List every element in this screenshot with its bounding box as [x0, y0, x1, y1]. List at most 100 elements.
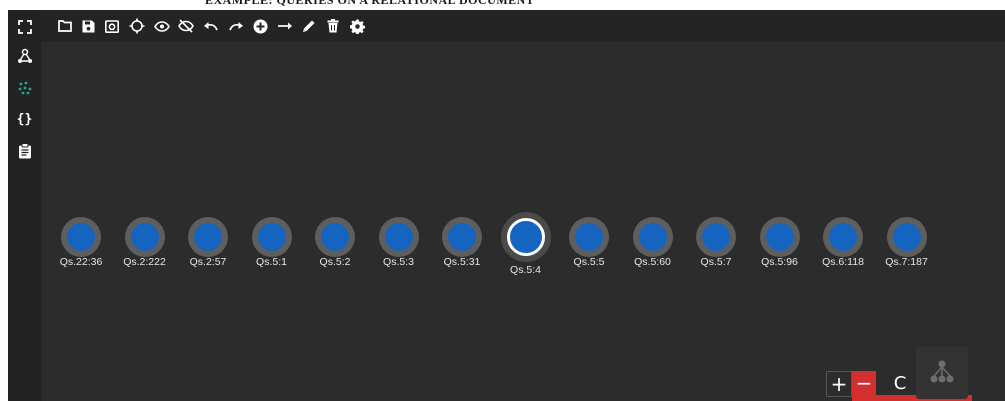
- node-halo: [188, 217, 228, 257]
- node-halo: [823, 217, 863, 257]
- node-label: Qs.22:36: [59, 256, 103, 268]
- node-label: Qs.5:60: [634, 256, 671, 268]
- node-label: Qs.5:31: [443, 256, 481, 268]
- network-layout-icon: [930, 360, 954, 383]
- save-button[interactable]: [76, 14, 100, 38]
- node-circle: [829, 223, 857, 251]
- crosshair-icon: [129, 18, 145, 34]
- node-label: Qs.2:222: [123, 256, 166, 268]
- node-label: Qs.5:96: [761, 256, 798, 268]
- node-circle: [765, 223, 794, 251]
- cluster-view-button[interactable]: [10, 75, 39, 101]
- graph-node[interactable]: Qs.5:2: [300, 217, 370, 297]
- graph-canvas[interactable]: Qs.22:36 Qs.2:222 Qs.2:57 Qs.5:1 Qs.5:2 Qs.5:…: [41, 42, 1005, 401]
- node-label: Qs.5:5: [573, 256, 605, 268]
- hide-button[interactable]: [174, 14, 198, 38]
- clipboard-button[interactable]: [10, 138, 39, 164]
- node-halo: [124, 217, 165, 257]
- add-node-button[interactable]: [248, 14, 272, 38]
- redo-button[interactable]: [224, 14, 248, 38]
- edit-button[interactable]: [297, 14, 321, 38]
- graph-node[interactable]: Qs.5:1: [237, 217, 307, 297]
- settings-icon: [349, 18, 365, 34]
- graph-node[interactable]: Qs.5:7: [681, 217, 751, 297]
- node-circle: [892, 223, 921, 251]
- node-circle: [321, 223, 349, 251]
- graph-node[interactable]: Qs.6:118: [808, 217, 878, 297]
- node-halo: [442, 217, 482, 257]
- graph-node[interactable]: Qs.22:36: [46, 217, 116, 297]
- screenshot-button[interactable]: [100, 14, 124, 38]
- node-circle: [67, 223, 95, 251]
- settings-button[interactable]: [345, 14, 369, 38]
- redo-icon: [229, 22, 243, 31]
- graph-node[interactable]: Qs.2:57: [173, 217, 243, 297]
- delete-icon: [327, 19, 339, 33]
- node-halo: [569, 217, 609, 257]
- node-circle: [130, 223, 159, 251]
- node-circle: [638, 223, 667, 251]
- reset-view-button[interactable]: C: [888, 371, 912, 395]
- eye-off-icon: [178, 19, 194, 33]
- undo-icon: [204, 22, 218, 31]
- eye-icon: [154, 20, 170, 32]
- delete-button[interactable]: [321, 14, 345, 38]
- graph-icon: [17, 48, 32, 63]
- node-circle: [384, 223, 413, 251]
- add-node-icon: [253, 19, 267, 33]
- node-label: Qs.5:1: [256, 256, 287, 268]
- zoom-in-button[interactable]: +: [826, 371, 852, 397]
- json-icon: {}: [16, 111, 33, 127]
- node-label: Qs.6:118: [822, 256, 864, 268]
- node-label: Qs.5:4: [510, 264, 541, 276]
- edit-icon: [303, 20, 315, 32]
- add-edge-icon: [278, 22, 292, 30]
- graph-node[interactable]: Qs.7:187: [872, 217, 942, 297]
- layout-button[interactable]: [916, 347, 968, 399]
- banner-text: EXAMPLE: QUERIES ON A RELATIONAL DOCUMEN…: [205, 0, 535, 7]
- show-button[interactable]: [150, 14, 174, 38]
- graph-node[interactable]: Qs.5:4: [491, 212, 561, 297]
- graph-node[interactable]: Qs.2:222: [110, 217, 180, 297]
- node-halo: [500, 212, 551, 262]
- open-button[interactable]: [53, 14, 77, 38]
- node-label: Qs.5:3: [383, 256, 414, 268]
- graph-node[interactable]: Qs.5:31: [427, 217, 497, 297]
- node-label: Qs.5:2: [319, 256, 351, 268]
- node-label: Qs.5:7: [700, 256, 732, 268]
- graph-node[interactable]: Qs.5:5: [554, 217, 624, 297]
- camera-icon: [105, 19, 119, 33]
- graph-view-button[interactable]: [10, 43, 39, 69]
- toolbar: [41, 10, 1005, 42]
- folder-icon: [58, 20, 72, 32]
- fullscreen-icon: [17, 20, 32, 34]
- graph-node[interactable]: Qs.5:3: [364, 217, 434, 297]
- node-halo: [886, 217, 927, 257]
- add-edge-button[interactable]: [273, 14, 297, 38]
- sidebar: {}: [8, 10, 41, 401]
- graph-app: {} Qs.22:36 Qs.2:222 Qs.2:57 Qs.5:1 Qs.5…: [8, 10, 1005, 401]
- center-button[interactable]: [125, 14, 149, 38]
- zoom-out-button[interactable]: −: [852, 371, 876, 395]
- graph-node[interactable]: Qs.5:96: [745, 217, 815, 297]
- node-circle: [506, 218, 545, 256]
- node-circle: [257, 223, 286, 251]
- clipboard-icon: [18, 143, 31, 159]
- node-circle: [194, 223, 222, 251]
- top-banner: EXAMPLE: QUERIES ON A RELATIONAL DOCUMEN…: [0, 0, 1005, 10]
- undo-button[interactable]: [199, 14, 223, 38]
- node-circle: [448, 223, 476, 251]
- cluster-icon: [18, 81, 31, 95]
- json-view-button[interactable]: {}: [10, 106, 39, 132]
- node-halo: [632, 217, 673, 257]
- node-label: Qs.2:57: [189, 256, 227, 268]
- graph-node[interactable]: Qs.5:60: [618, 217, 688, 297]
- node-halo: [61, 217, 101, 257]
- node-halo: [759, 217, 800, 257]
- fullscreen-button[interactable]: [10, 14, 39, 40]
- node-label: Qs.7:187: [885, 256, 928, 268]
- node-halo: [696, 217, 736, 257]
- node-halo: [315, 217, 355, 257]
- node-circle: [575, 223, 603, 251]
- save-icon: [82, 20, 94, 32]
